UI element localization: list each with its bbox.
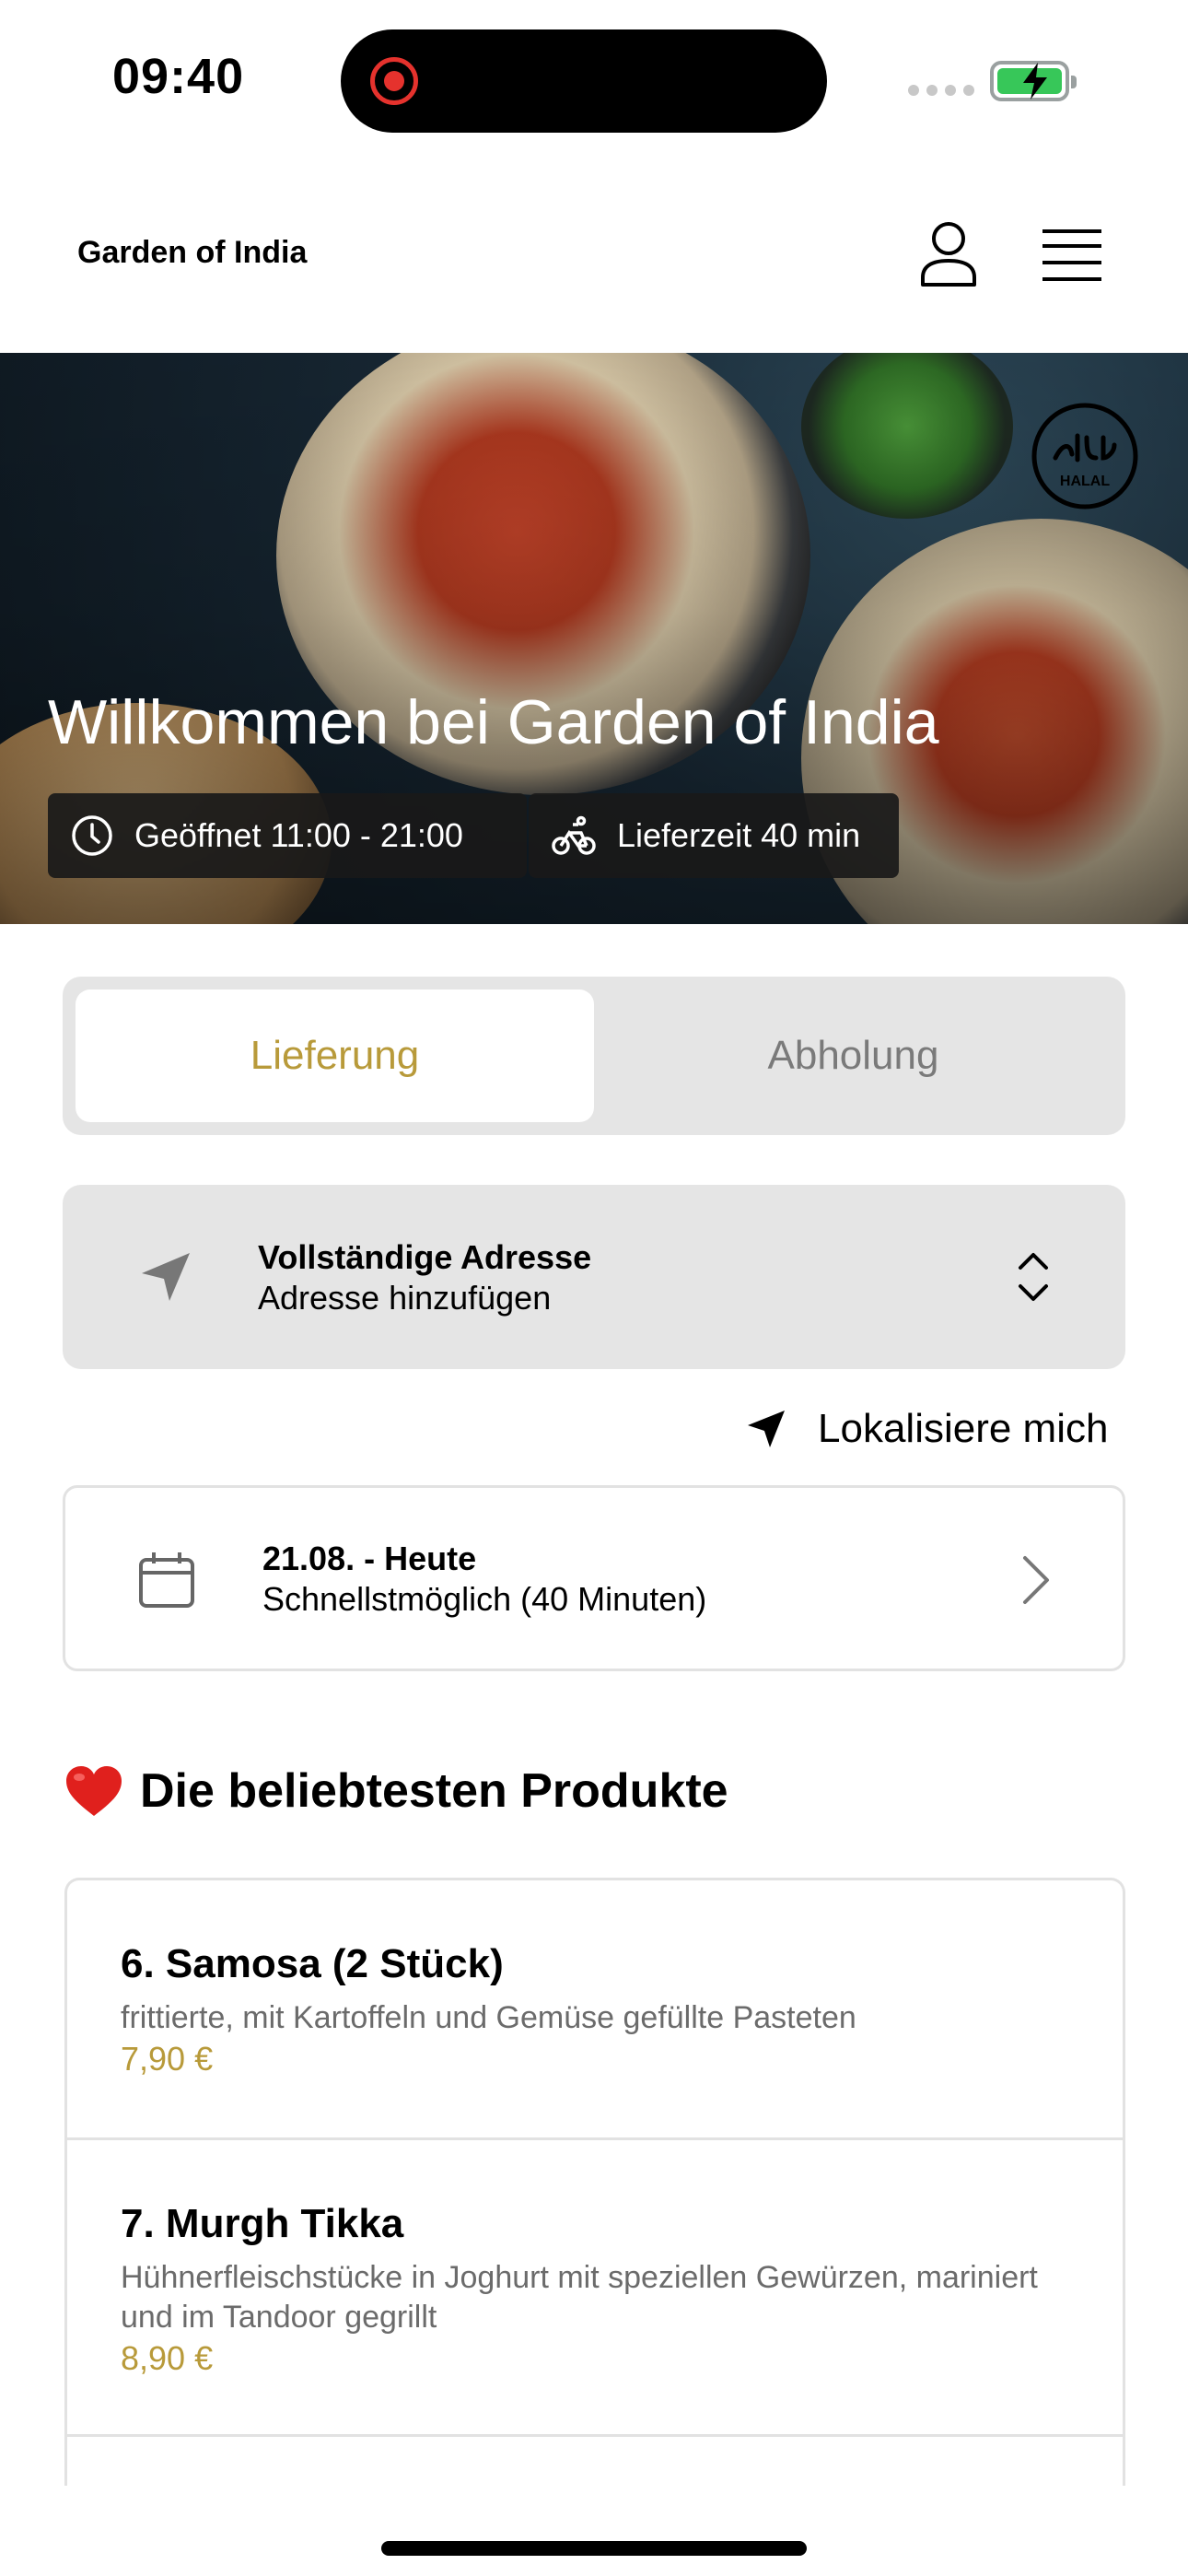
order-mode-toggle: Lieferung Abholung [63,977,1125,1135]
product-item[interactable]: 6. Samosa (2 Stück) frittierte, mit Kart… [67,1880,1123,2140]
halal-badge-icon: HALAL [1030,401,1140,511]
pickup-tab[interactable]: Abholung [594,989,1112,1122]
product-item[interactable]: 7. Murgh Tikka Hühnerfleischstücke in Jo… [67,2140,1123,2437]
menu-icon[interactable] [1041,228,1103,283]
product-name: 7. Murgh Tikka [121,2201,404,2246]
address-selector[interactable]: Vollständige Adresse Adresse hinzufügen [63,1185,1125,1369]
signal-icon [908,85,974,96]
clock-icon [72,815,112,856]
chevron-right-icon [1014,1551,1058,1610]
status-time: 09:40 [112,49,245,104]
address-title: Vollständige Adresse [258,1238,592,1276]
opening-hours-chip: Geöffnet 11:00 - 21:00 [48,793,527,878]
location-arrow-icon [748,1411,785,1447]
product-description: frittierte, mit Kartoffeln und Gemüse ge… [121,2000,856,2035]
opening-hours-text: Geöffnet 11:00 - 21:00 [134,816,463,854]
product-description: Hühnerfleischstücke in Joghurt mit spezi… [121,2260,1038,2335]
dynamic-island [341,29,827,133]
user-icon[interactable] [914,218,984,288]
delivery-tab[interactable]: Lieferung [76,989,594,1122]
record-icon [370,57,418,105]
battery-icon [990,61,1077,101]
locate-me-label: Lokalisiere mich [818,1406,1109,1451]
delivery-time-text: Lieferzeit 40 min [617,816,861,854]
app-header: Garden of India [0,161,1188,353]
location-arrow-icon [134,1246,197,1308]
delivery-date: 21.08. - Heute [262,1540,477,1577]
delivery-time-chip: Lieferzeit 40 min [529,793,899,878]
product-price: 7,90 € [121,2040,214,2078]
delivery-time-selector[interactable]: 21.08. - Heute Schnellstmöglich (40 Minu… [63,1485,1125,1671]
home-indicator[interactable] [381,2541,807,2556]
product-list: 6. Samosa (2 Stück) frittierte, mit Kart… [64,1878,1125,2486]
product-price: 8,90 € [121,2339,214,2377]
status-bar: 09:40 [0,0,1188,161]
address-subtitle: Adresse hinzufügen [258,1279,552,1317]
bicycle-icon [552,815,596,855]
chevron-up-down-icon [1000,1246,1066,1308]
hero-banner: HALAL Willkommen bei Garden of India Geö… [0,353,1188,924]
hero-title: Willkommen bei Garden of India [48,687,939,757]
product-name: 6. Samosa (2 Stück) [121,1941,504,1986]
locate-me-button[interactable]: Lokalisiere mich [746,1400,1108,1458]
svg-text:HALAL: HALAL [1060,474,1110,489]
popular-products-title: Die beliebtesten Produkte [140,1764,728,1818]
popular-products-heading: Die beliebtesten Produkte [64,1763,728,1819]
calendar-icon [135,1549,198,1611]
brand-name[interactable]: Garden of India [77,235,307,271]
delivery-time-option: Schnellstmöglich (40 Minuten) [262,1580,707,1618]
heart-icon [66,1766,122,1816]
